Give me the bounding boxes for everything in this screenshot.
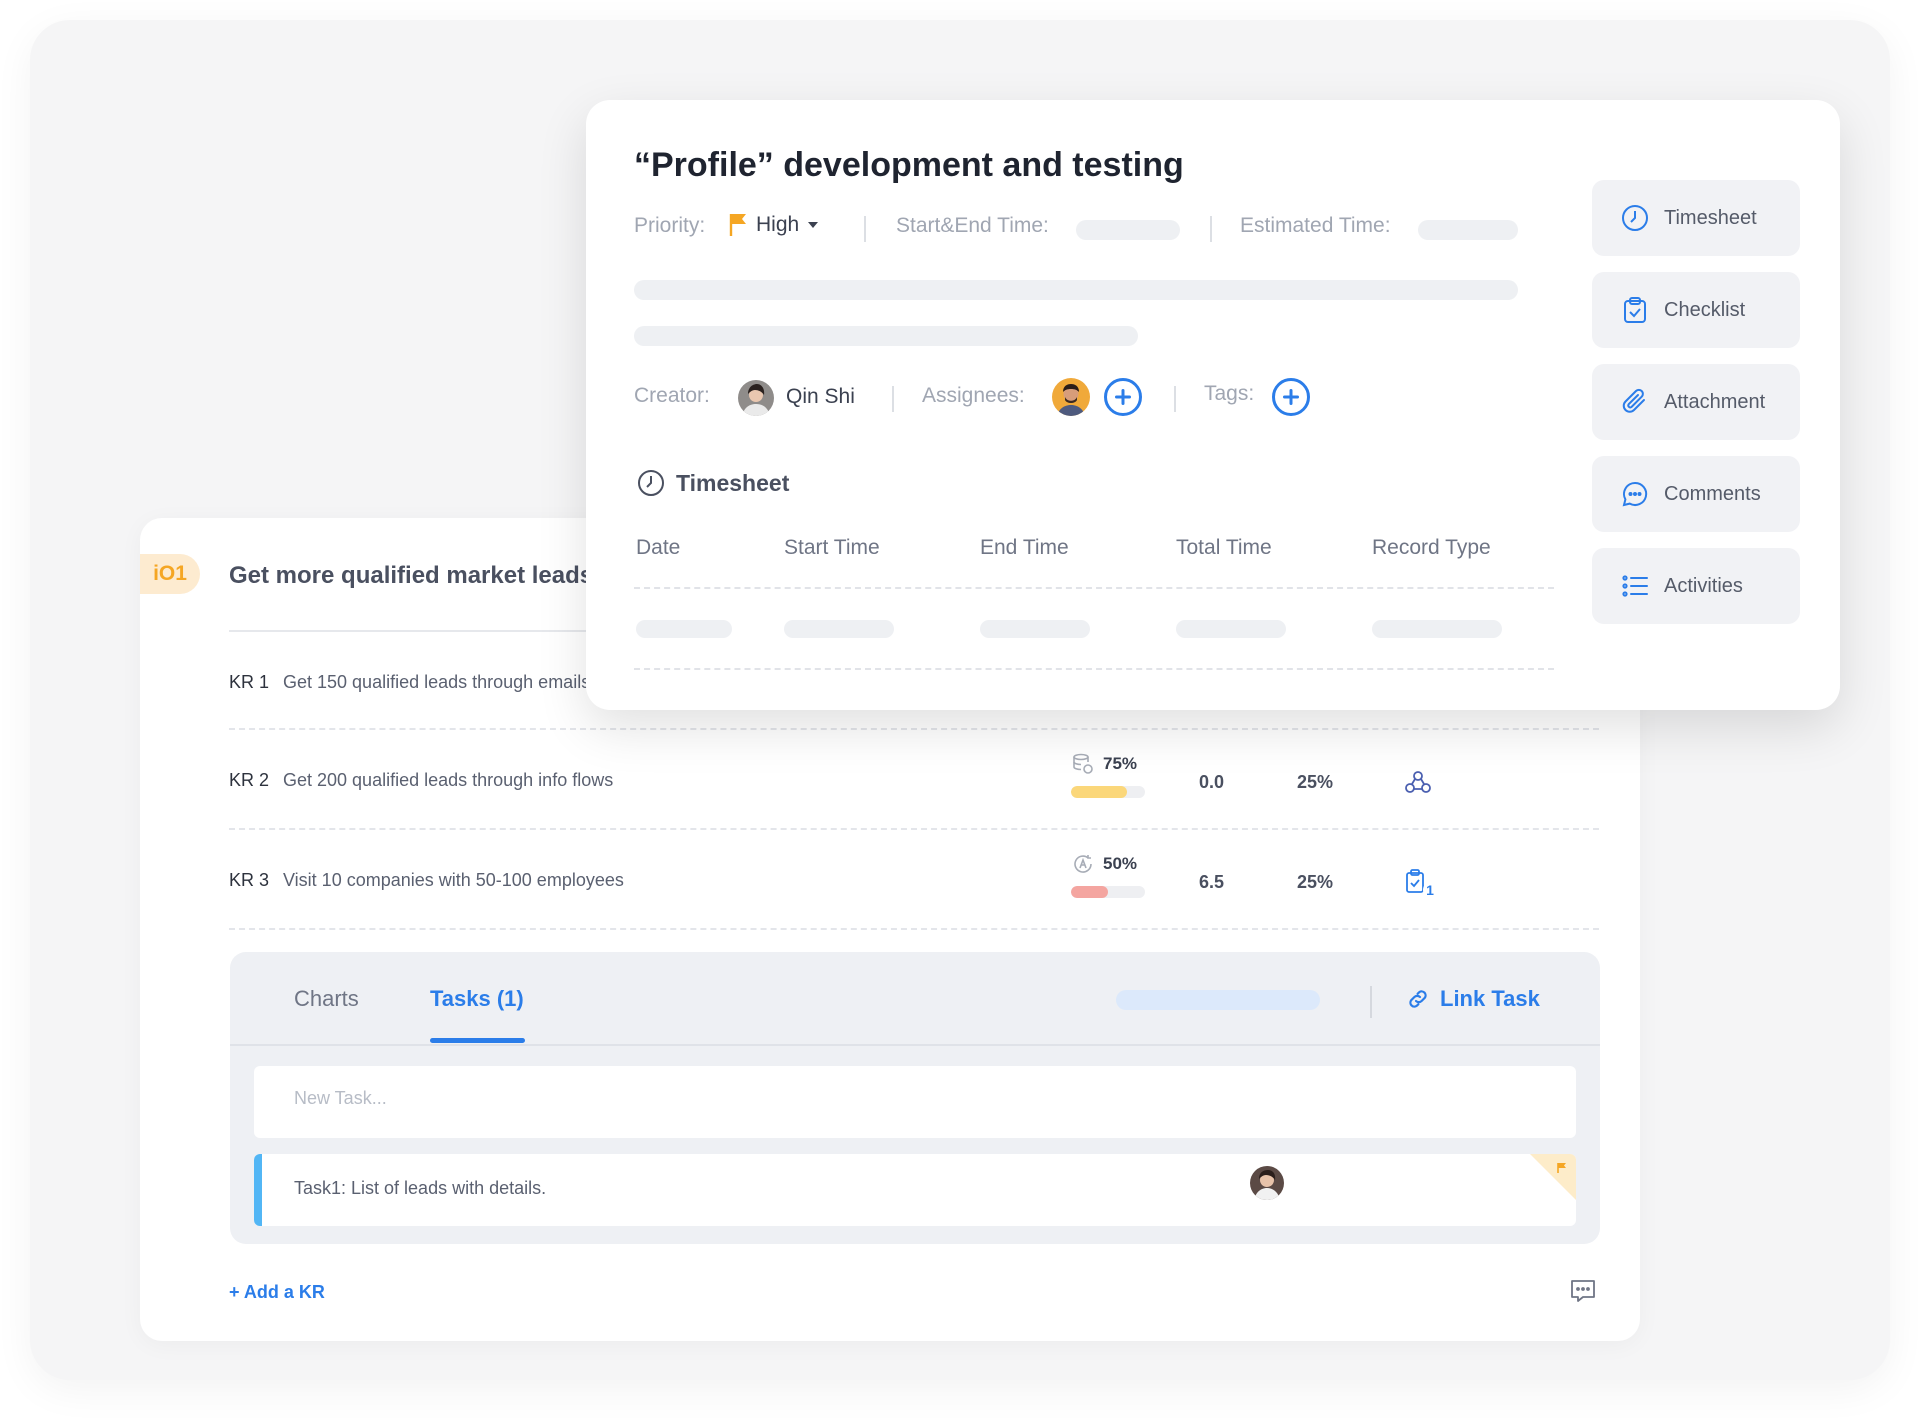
- add-assignee-button[interactable]: [1104, 378, 1142, 416]
- team-icon[interactable]: [1403, 768, 1433, 798]
- objective-title[interactable]: Get more qualified market leads: [229, 562, 593, 590]
- task-assignee-avatar[interactable]: [1250, 1166, 1284, 1200]
- toolbar-separator: [1370, 986, 1372, 1018]
- tasks-panel: Charts Tasks (1) Link Task Task1: List o…: [230, 952, 1600, 1244]
- side-activities-button[interactable]: Activities: [1592, 548, 1800, 624]
- objective-badge: iO1: [140, 554, 200, 594]
- link-icon: [1409, 990, 1427, 1008]
- kr-text[interactable]: Visit 10 companies with 50-100 employees: [283, 870, 624, 891]
- description-placeholder-line[interactable]: [634, 326, 1138, 346]
- kr-label: KR 1: [229, 672, 270, 692]
- app-frame: iO1 Get more qualified market leads KR 1…: [30, 20, 1890, 1380]
- timesheet-heading-label: Timesheet: [676, 469, 790, 496]
- database-sync-icon: [1073, 753, 1093, 774]
- active-tab-indicator: [430, 1038, 525, 1043]
- start-end-time-value[interactable]: [1076, 220, 1180, 240]
- start-end-time-label: Start&End Time:: [896, 214, 1049, 237]
- table-divider: [634, 587, 1554, 589]
- column-header-record-type: Record Type: [1372, 536, 1491, 559]
- link-task-button[interactable]: Link Task: [1406, 986, 1540, 1012]
- tabs-divider: [230, 1044, 1600, 1046]
- add-kr-button[interactable]: + Add a KR: [229, 1282, 325, 1303]
- description-placeholder-line[interactable]: [634, 280, 1518, 300]
- side-attachment-button[interactable]: Attachment: [1592, 364, 1800, 440]
- kr-score: 6.5: [1199, 872, 1225, 892]
- table-divider: [634, 668, 1554, 670]
- cell-placeholder: [980, 620, 1090, 638]
- progress-bar: [1071, 886, 1145, 898]
- kr-weight: 25%: [1297, 772, 1334, 792]
- kr-row-2[interactable]: KR 2 Get 200 qualified leads through inf…: [229, 730, 1599, 830]
- kr-score: 0.0: [1199, 772, 1225, 792]
- side-checklist-button[interactable]: Checklist: [1592, 272, 1800, 348]
- kr-label: KR 2: [229, 770, 270, 790]
- column-header-end-time: End Time: [980, 536, 1069, 559]
- clock-icon: [1622, 205, 1648, 231]
- tab-charts[interactable]: Charts: [294, 986, 359, 1012]
- new-task-box[interactable]: [254, 1066, 1576, 1138]
- estimated-time-label: Estimated Time:: [1240, 214, 1391, 237]
- side-button-label: Timesheet: [1664, 206, 1757, 229]
- list-icon: [1622, 575, 1648, 597]
- kr-text[interactable]: Get 200 qualified leads through info flo…: [283, 770, 613, 791]
- kr-text[interactable]: Get 150 qualified leads through emails: [283, 672, 590, 693]
- chat-icon[interactable]: [1568, 1276, 1598, 1306]
- progress-value: 75%: [1103, 754, 1138, 773]
- task-detail-title[interactable]: “Profile” development and testing: [634, 146, 1184, 185]
- priority-value: High: [756, 213, 800, 236]
- badge-count: 1: [1423, 882, 1437, 898]
- meta-separator: [1210, 216, 1212, 242]
- kr-weight: 25%: [1297, 872, 1334, 892]
- task-detail-modal: “Profile” development and testing Priori…: [586, 100, 1840, 710]
- creator-name[interactable]: Qin Shi: [786, 385, 855, 409]
- priority-label: Priority:: [634, 214, 706, 237]
- caret-down-icon: [808, 222, 819, 228]
- assignee-avatar[interactable]: [1052, 378, 1090, 416]
- column-header-start-time: Start Time: [784, 536, 880, 559]
- flag-icon: [729, 214, 746, 236]
- side-timesheet-button[interactable]: Timesheet: [1592, 180, 1800, 256]
- kr-row-3[interactable]: KR 3 Visit 10 companies with 50-100 empl…: [229, 830, 1599, 930]
- paperclip-icon: [1622, 388, 1645, 413]
- clock-icon: [638, 470, 664, 496]
- tags-label: Tags:: [1204, 382, 1255, 405]
- add-tag-button[interactable]: [1272, 378, 1310, 416]
- priority-dropdown[interactable]: High: [728, 212, 819, 238]
- search-placeholder-bar[interactable]: [1116, 990, 1320, 1010]
- creator-label: Creator:: [634, 384, 710, 407]
- priority-corner: [1530, 1154, 1576, 1200]
- clipboard-check-icon: [1624, 297, 1646, 323]
- side-button-label: Checklist: [1664, 298, 1746, 321]
- cell-placeholder: [1176, 620, 1286, 638]
- meta-separator: [864, 216, 866, 242]
- kr-label: KR 3: [229, 870, 270, 890]
- task-item[interactable]: Task1: List of leads with details.: [254, 1154, 1576, 1226]
- estimated-time-value[interactable]: [1418, 220, 1518, 240]
- progress-bar: [1071, 786, 1145, 798]
- link-task-label: Link Task: [1440, 986, 1540, 1011]
- column-header-date: Date: [636, 536, 681, 559]
- assignees-label: Assignees:: [922, 384, 1025, 407]
- side-button-label: Comments: [1664, 482, 1761, 505]
- cell-placeholder: [784, 620, 894, 638]
- creator-avatar[interactable]: [738, 380, 774, 416]
- meta-separator: [892, 386, 894, 412]
- column-header-total-time: Total Time: [1176, 536, 1272, 559]
- flag-icon: [1557, 1163, 1566, 1173]
- task-title[interactable]: Task1: List of leads with details.: [294, 1178, 546, 1199]
- side-button-label: Activities: [1664, 574, 1743, 597]
- progress-value: 50%: [1103, 854, 1138, 873]
- side-comments-button[interactable]: Comments: [1592, 456, 1800, 532]
- task-accent-bar: [254, 1154, 262, 1226]
- chat-bubble-icon: [1622, 481, 1648, 507]
- timesheet-heading: Timesheet: [636, 468, 789, 498]
- cell-placeholder: [1372, 620, 1502, 638]
- new-task-input[interactable]: [294, 1088, 1194, 1109]
- cell-placeholder: [636, 620, 732, 638]
- tab-tasks[interactable]: Tasks (1): [430, 986, 524, 1012]
- side-button-label: Attachment: [1664, 390, 1766, 413]
- meta-separator: [1174, 386, 1176, 412]
- checklist-badge-icon[interactable]: 1: [1403, 868, 1437, 898]
- auto-refresh-icon: [1074, 855, 1092, 873]
